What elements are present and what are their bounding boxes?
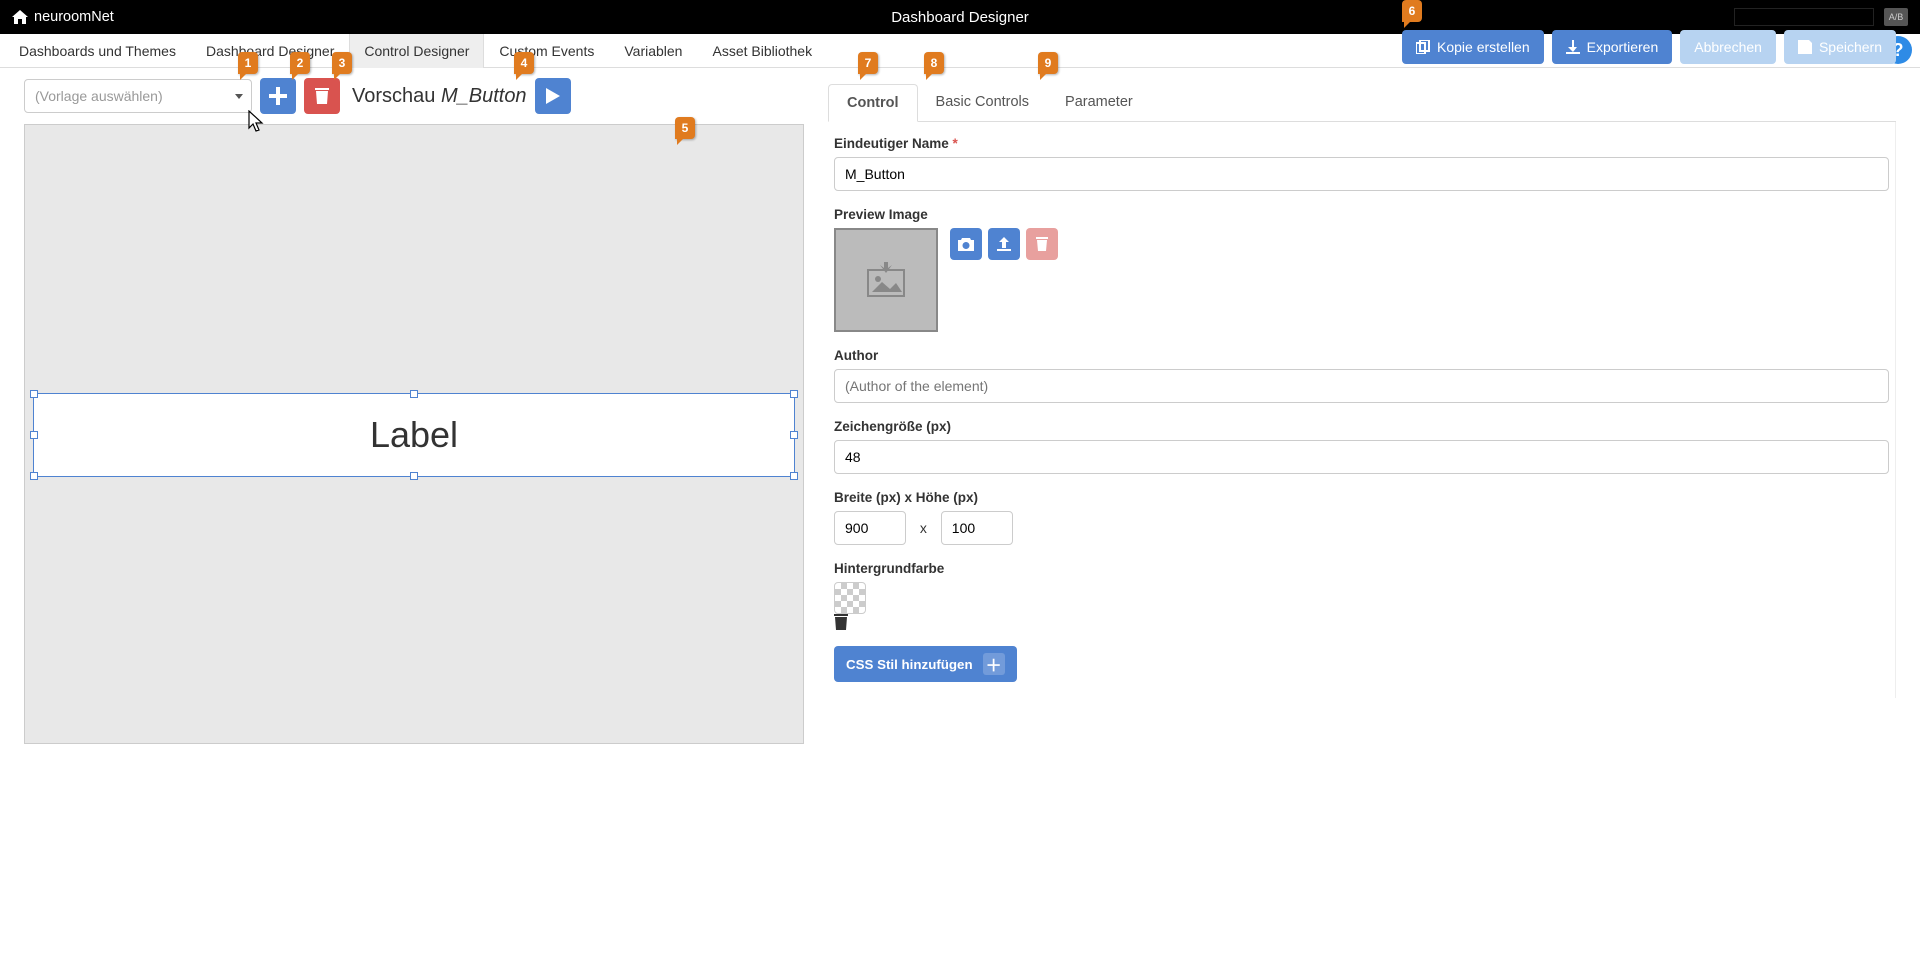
home-icon (12, 10, 28, 24)
nav-tab-dashboard-designer[interactable]: Dashboard Designer (191, 34, 349, 68)
play-button[interactable] (535, 78, 571, 114)
resize-handle[interactable] (410, 390, 418, 398)
author-label: Author (834, 348, 1889, 363)
height-input[interactable] (941, 511, 1013, 545)
nav-tab-asset-bibliothek[interactable]: Asset Bibliothek (697, 34, 827, 68)
annotation-9: 9 (1038, 52, 1058, 74)
preview-label: Vorschau M_Button (352, 85, 527, 108)
top-bar: neuroomNet Dashboard Designer A/B (0, 0, 1920, 34)
save-button[interactable]: Speichern (1784, 30, 1896, 64)
upload-icon (997, 237, 1011, 251)
right-column: 6 Kopie erstellen Exportieren Abbrechen … (828, 78, 1896, 744)
label-text: Label (370, 414, 458, 456)
char-size-input[interactable] (834, 440, 1889, 474)
annotation-1: 1 (238, 52, 258, 74)
property-tabs: Control Basic Controls Parameter (828, 84, 1896, 122)
trash-icon (315, 88, 329, 104)
preview-image-thumb[interactable] (834, 228, 938, 332)
play-icon (546, 88, 560, 104)
save-icon (1798, 40, 1812, 54)
brand-text: neuroomNet (34, 9, 114, 25)
user-area[interactable] (1734, 8, 1874, 26)
char-size-label: Zeichengröße (px) (834, 419, 1889, 434)
annotation-7: 7 (858, 52, 878, 74)
selected-label-control[interactable]: Label (33, 393, 795, 477)
camera-icon (958, 238, 974, 251)
bg-color-label: Hintergrundfarbe (834, 561, 1889, 576)
plus-icon (269, 87, 287, 105)
annotation-6: 6 (1402, 0, 1422, 22)
preview-canvas[interactable]: 5 Label (24, 124, 804, 744)
annotation-8: 8 (924, 52, 944, 74)
delete-button[interactable] (304, 78, 340, 114)
dim-separator: x (920, 520, 927, 536)
export-button[interactable]: Exportieren (1552, 30, 1673, 64)
template-select[interactable]: (Vorlage auswählen) (24, 79, 252, 113)
nav-tab-control-designer[interactable]: Control Designer (349, 34, 484, 68)
page-title: Dashboard Designer (891, 9, 1029, 26)
upload-image-button[interactable] (988, 228, 1020, 260)
unique-name-input[interactable] (834, 157, 1889, 191)
annotation-2: 2 (290, 52, 310, 74)
action-buttons: 6 Kopie erstellen Exportieren Abbrechen … (1402, 30, 1896, 64)
unique-name-label: Eindeutiger Name * (834, 136, 1889, 151)
plus-icon: ＋ (983, 653, 1005, 675)
tab-parameter[interactable]: Parameter (1047, 84, 1151, 121)
image-placeholder-icon (866, 262, 906, 298)
width-input[interactable] (834, 511, 906, 545)
add-button[interactable] (260, 78, 296, 114)
add-css-style-button[interactable]: CSS Stil hinzufügen ＋ (834, 646, 1017, 682)
nav-tab-dashboards[interactable]: Dashboards und Themes (4, 34, 191, 68)
lang-switch[interactable]: A/B (1884, 8, 1908, 26)
brand[interactable]: neuroomNet (12, 9, 114, 25)
nav-tab-variablen[interactable]: Variablen (609, 34, 697, 68)
remove-image-button[interactable] (1026, 228, 1058, 260)
resize-handle[interactable] (790, 390, 798, 398)
annotation-5: 5 (675, 117, 695, 139)
capture-image-button[interactable] (950, 228, 982, 260)
resize-handle[interactable] (790, 472, 798, 480)
resize-handle[interactable] (30, 431, 38, 439)
left-column: (Vorlage auswählen) Vorschau M_Button (24, 78, 804, 744)
annotation-3: 3 (332, 52, 352, 74)
download-icon (1566, 40, 1580, 54)
tab-basic-controls[interactable]: Basic Controls (918, 84, 1047, 121)
cancel-button[interactable]: Abbrechen (1680, 30, 1776, 64)
resize-handle[interactable] (410, 472, 418, 480)
trash-icon (834, 614, 1889, 630)
toolbar: (Vorlage auswählen) Vorschau M_Button (24, 78, 804, 114)
author-input[interactable] (834, 369, 1889, 403)
resize-handle[interactable] (30, 390, 38, 398)
bg-color-swatch[interactable] (834, 582, 866, 614)
dimensions-label: Breite (px) x Höhe (px) (834, 490, 1889, 505)
annotation-4: 4 (514, 52, 534, 74)
bg-color-clear[interactable] (834, 614, 1889, 630)
property-form: Eindeutiger Name * Preview Image (828, 122, 1896, 698)
copy-icon (1416, 40, 1430, 54)
resize-handle[interactable] (790, 431, 798, 439)
nav-tab-custom-events[interactable]: Custom Events (484, 34, 609, 68)
resize-handle[interactable] (30, 472, 38, 480)
copy-button[interactable]: Kopie erstellen (1402, 30, 1544, 64)
tab-control[interactable]: Control (828, 84, 918, 122)
trash-icon (1036, 237, 1048, 251)
preview-image-label: Preview Image (834, 207, 1889, 222)
